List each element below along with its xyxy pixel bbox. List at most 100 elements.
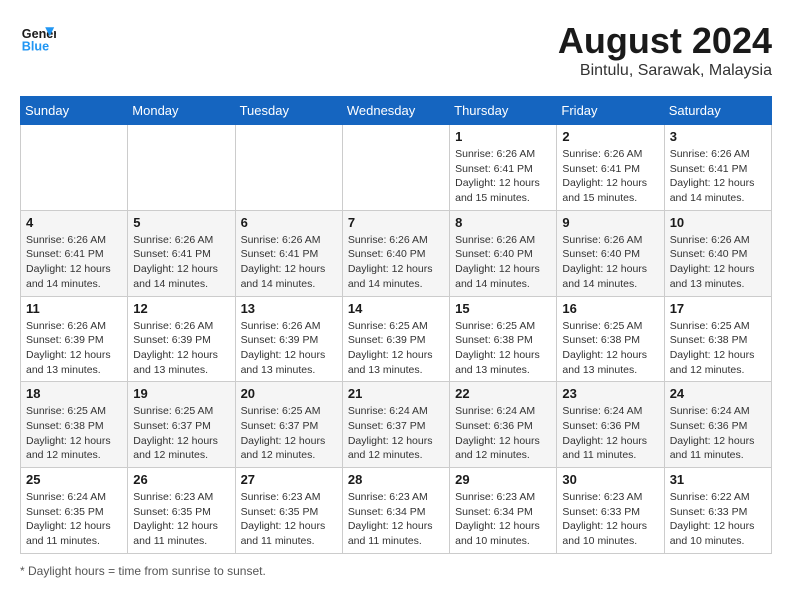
calendar-cell	[235, 125, 342, 211]
col-friday: Friday	[557, 97, 664, 125]
calendar-cell: 12 Sunrise: 6:26 AMSunset: 6:39 PMDaylig…	[128, 296, 235, 382]
day-number: 6	[241, 215, 337, 230]
day-number: 5	[133, 215, 229, 230]
day-info: Sunrise: 6:25 AMSunset: 6:38 PMDaylight:…	[562, 319, 658, 378]
calendar-cell: 5 Sunrise: 6:26 AMSunset: 6:41 PMDayligh…	[128, 210, 235, 296]
day-number: 30	[562, 472, 658, 487]
day-number: 2	[562, 129, 658, 144]
calendar-cell: 19 Sunrise: 6:25 AMSunset: 6:37 PMDaylig…	[128, 382, 235, 468]
day-info: Sunrise: 6:25 AMSunset: 6:38 PMDaylight:…	[26, 404, 122, 463]
day-number: 8	[455, 215, 551, 230]
day-info: Sunrise: 6:24 AMSunset: 6:36 PMDaylight:…	[670, 404, 766, 463]
day-number: 24	[670, 386, 766, 401]
col-saturday: Saturday	[664, 97, 771, 125]
day-info: Sunrise: 6:26 AMSunset: 6:39 PMDaylight:…	[133, 319, 229, 378]
day-info: Sunrise: 6:23 AMSunset: 6:34 PMDaylight:…	[348, 490, 444, 549]
calendar-cell	[21, 125, 128, 211]
day-number: 14	[348, 301, 444, 316]
day-info: Sunrise: 6:26 AMSunset: 6:40 PMDaylight:…	[670, 233, 766, 292]
day-info: Sunrise: 6:24 AMSunset: 6:36 PMDaylight:…	[455, 404, 551, 463]
col-wednesday: Wednesday	[342, 97, 449, 125]
calendar-cell: 7 Sunrise: 6:26 AMSunset: 6:40 PMDayligh…	[342, 210, 449, 296]
day-info: Sunrise: 6:23 AMSunset: 6:34 PMDaylight:…	[455, 490, 551, 549]
day-number: 18	[26, 386, 122, 401]
col-sunday: Sunday	[21, 97, 128, 125]
day-info: Sunrise: 6:26 AMSunset: 6:40 PMDaylight:…	[348, 233, 444, 292]
calendar-cell: 10 Sunrise: 6:26 AMSunset: 6:40 PMDaylig…	[664, 210, 771, 296]
day-info: Sunrise: 6:26 AMSunset: 6:40 PMDaylight:…	[455, 233, 551, 292]
week-row-5: 25 Sunrise: 6:24 AMSunset: 6:35 PMDaylig…	[21, 468, 772, 554]
day-info: Sunrise: 6:23 AMSunset: 6:33 PMDaylight:…	[562, 490, 658, 549]
header-row: Sunday Monday Tuesday Wednesday Thursday…	[21, 97, 772, 125]
day-info: Sunrise: 6:24 AMSunset: 6:36 PMDaylight:…	[562, 404, 658, 463]
day-info: Sunrise: 6:26 AMSunset: 6:41 PMDaylight:…	[133, 233, 229, 292]
col-thursday: Thursday	[450, 97, 557, 125]
title-area: August 2024 Bintulu, Sarawak, Malaysia	[558, 20, 772, 80]
day-number: 19	[133, 386, 229, 401]
day-info: Sunrise: 6:25 AMSunset: 6:38 PMDaylight:…	[670, 319, 766, 378]
day-number: 28	[348, 472, 444, 487]
day-info: Sunrise: 6:26 AMSunset: 6:41 PMDaylight:…	[26, 233, 122, 292]
day-number: 3	[670, 129, 766, 144]
day-number: 1	[455, 129, 551, 144]
day-number: 31	[670, 472, 766, 487]
day-number: 10	[670, 215, 766, 230]
day-info: Sunrise: 6:26 AMSunset: 6:39 PMDaylight:…	[26, 319, 122, 378]
week-row-4: 18 Sunrise: 6:25 AMSunset: 6:38 PMDaylig…	[21, 382, 772, 468]
calendar-cell: 17 Sunrise: 6:25 AMSunset: 6:38 PMDaylig…	[664, 296, 771, 382]
calendar-cell: 29 Sunrise: 6:23 AMSunset: 6:34 PMDaylig…	[450, 468, 557, 554]
calendar-cell: 3 Sunrise: 6:26 AMSunset: 6:41 PMDayligh…	[664, 125, 771, 211]
calendar-cell: 9 Sunrise: 6:26 AMSunset: 6:40 PMDayligh…	[557, 210, 664, 296]
day-info: Sunrise: 6:26 AMSunset: 6:40 PMDaylight:…	[562, 233, 658, 292]
day-info: Sunrise: 6:26 AMSunset: 6:41 PMDaylight:…	[241, 233, 337, 292]
header: General Blue August 2024 Bintulu, Sarawa…	[20, 20, 772, 80]
footer-note: * Daylight hours = time from sunrise to …	[20, 564, 772, 578]
calendar-cell: 2 Sunrise: 6:26 AMSunset: 6:41 PMDayligh…	[557, 125, 664, 211]
svg-text:Blue: Blue	[22, 40, 49, 54]
day-info: Sunrise: 6:26 AMSunset: 6:41 PMDaylight:…	[670, 147, 766, 206]
day-info: Sunrise: 6:23 AMSunset: 6:35 PMDaylight:…	[241, 490, 337, 549]
calendar-cell: 8 Sunrise: 6:26 AMSunset: 6:40 PMDayligh…	[450, 210, 557, 296]
day-number: 16	[562, 301, 658, 316]
day-number: 23	[562, 386, 658, 401]
calendar-cell: 23 Sunrise: 6:24 AMSunset: 6:36 PMDaylig…	[557, 382, 664, 468]
logo: General Blue	[20, 20, 56, 56]
calendar-cell: 28 Sunrise: 6:23 AMSunset: 6:34 PMDaylig…	[342, 468, 449, 554]
calendar-cell: 4 Sunrise: 6:26 AMSunset: 6:41 PMDayligh…	[21, 210, 128, 296]
day-info: Sunrise: 6:25 AMSunset: 6:39 PMDaylight:…	[348, 319, 444, 378]
calendar-cell: 16 Sunrise: 6:25 AMSunset: 6:38 PMDaylig…	[557, 296, 664, 382]
day-info: Sunrise: 6:24 AMSunset: 6:37 PMDaylight:…	[348, 404, 444, 463]
calendar-cell	[342, 125, 449, 211]
col-monday: Monday	[128, 97, 235, 125]
day-number: 17	[670, 301, 766, 316]
location: Bintulu, Sarawak, Malaysia	[558, 62, 772, 80]
day-number: 4	[26, 215, 122, 230]
calendar-cell: 18 Sunrise: 6:25 AMSunset: 6:38 PMDaylig…	[21, 382, 128, 468]
day-info: Sunrise: 6:24 AMSunset: 6:35 PMDaylight:…	[26, 490, 122, 549]
day-number: 11	[26, 301, 122, 316]
day-info: Sunrise: 6:26 AMSunset: 6:41 PMDaylight:…	[562, 147, 658, 206]
day-number: 22	[455, 386, 551, 401]
calendar-cell: 26 Sunrise: 6:23 AMSunset: 6:35 PMDaylig…	[128, 468, 235, 554]
day-info: Sunrise: 6:25 AMSunset: 6:37 PMDaylight:…	[133, 404, 229, 463]
calendar-cell: 1 Sunrise: 6:26 AMSunset: 6:41 PMDayligh…	[450, 125, 557, 211]
calendar-cell: 20 Sunrise: 6:25 AMSunset: 6:37 PMDaylig…	[235, 382, 342, 468]
day-number: 7	[348, 215, 444, 230]
calendar-cell: 14 Sunrise: 6:25 AMSunset: 6:39 PMDaylig…	[342, 296, 449, 382]
calendar-cell: 30 Sunrise: 6:23 AMSunset: 6:33 PMDaylig…	[557, 468, 664, 554]
day-info: Sunrise: 6:23 AMSunset: 6:35 PMDaylight:…	[133, 490, 229, 549]
day-info: Sunrise: 6:25 AMSunset: 6:38 PMDaylight:…	[455, 319, 551, 378]
day-number: 26	[133, 472, 229, 487]
day-info: Sunrise: 6:22 AMSunset: 6:33 PMDaylight:…	[670, 490, 766, 549]
day-number: 20	[241, 386, 337, 401]
day-info: Sunrise: 6:26 AMSunset: 6:39 PMDaylight:…	[241, 319, 337, 378]
calendar-cell	[128, 125, 235, 211]
day-number: 27	[241, 472, 337, 487]
day-number: 21	[348, 386, 444, 401]
calendar-cell: 22 Sunrise: 6:24 AMSunset: 6:36 PMDaylig…	[450, 382, 557, 468]
calendar-cell: 25 Sunrise: 6:24 AMSunset: 6:35 PMDaylig…	[21, 468, 128, 554]
month-title: August 2024	[558, 20, 772, 62]
calendar-cell: 13 Sunrise: 6:26 AMSunset: 6:39 PMDaylig…	[235, 296, 342, 382]
day-number: 29	[455, 472, 551, 487]
calendar-cell: 31 Sunrise: 6:22 AMSunset: 6:33 PMDaylig…	[664, 468, 771, 554]
